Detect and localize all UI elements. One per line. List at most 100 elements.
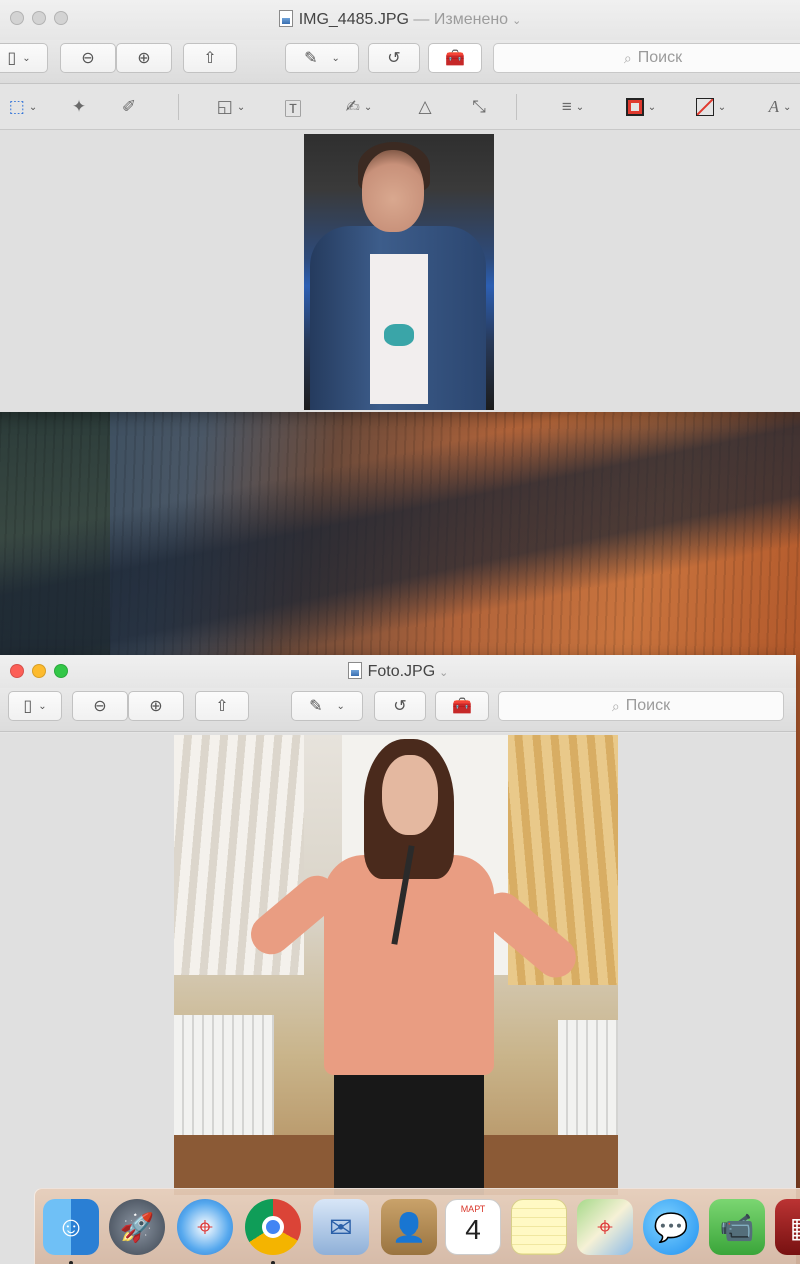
search-field[interactable]: ⌕ Поиск [498, 691, 784, 721]
shapes-icon: ◱ [216, 97, 233, 116]
toolbar-separator [516, 94, 517, 120]
mail-icon[interactable]: ✉ [313, 1199, 369, 1255]
adjust-size-tool[interactable]: ⤡ [464, 94, 494, 120]
safari-icon[interactable]: ⌖ [177, 1199, 233, 1255]
search-placeholder: Поиск [637, 49, 683, 66]
prism-icon: △ [418, 97, 432, 116]
toolbar-separator [178, 94, 179, 120]
window-title[interactable]: Foto.JPG ⌄ [0, 662, 796, 681]
zoom-out-icon: ⊖ [93, 698, 107, 715]
no-fill-icon [695, 98, 714, 116]
resize-icon: ⤡ [472, 97, 486, 116]
calendar-day: 4 [465, 1214, 481, 1245]
sidebar-view-button[interactable]: ▯ ⌄ [8, 691, 62, 721]
portrait-photo-img4485 [304, 134, 494, 410]
share-icon: ⇧ [203, 50, 217, 67]
sketch-tool[interactable]: ✐ [114, 94, 144, 120]
zoom-out-button[interactable]: ⊖ [72, 691, 128, 721]
chevron-down-icon: ⌄ [575, 101, 585, 113]
pencil-icon: ✐ [121, 97, 137, 116]
text-box-icon: 🅃 [284, 99, 302, 119]
toolbox-icon: 🧰 [445, 50, 465, 67]
chrome-center-icon [262, 1216, 284, 1238]
chrome-icon[interactable] [245, 1199, 301, 1255]
maps-icon[interactable]: ⌖ [577, 1199, 633, 1255]
zoom-in-icon: ⊕ [149, 698, 163, 715]
rotate-icon: ↺ [393, 698, 407, 715]
share-button[interactable]: ⇧ [195, 691, 249, 721]
titlebar: Foto.JPG ⌄ [0, 655, 796, 688]
sign-tool[interactable]: ✍ ⌄ [332, 94, 386, 120]
wallpaper-cliff-shadow [0, 412, 800, 662]
rotate-icon: ↺ [387, 50, 401, 67]
fill-color-tool[interactable]: ⌄ [688, 94, 734, 120]
window-title[interactable]: IMG_4485.JPG — Изменено ⌄ [0, 10, 800, 29]
text-style-tool[interactable]: A ⌄ [760, 94, 800, 120]
main-toolbar: ▯ ⌄ ⊖ ⊕ ⇧ ✎ ⌄ ↺ 🧰 ⌕ Поиск [0, 40, 800, 84]
instant-alpha-tool[interactable]: ✦ [64, 94, 94, 120]
main-toolbar: ▯ ⌄ ⊖ ⊕ ⇧ ✎ ⌄ ↺ 🧰 ⌕ Поиск [0, 688, 796, 732]
highlight-button[interactable]: ✎ ⌄ [285, 43, 359, 73]
titlebar: IMG_4485.JPG — Изменено ⌄ [0, 0, 800, 40]
photo-pendant [384, 324, 414, 346]
zoom-out-button[interactable]: ⊖ [60, 43, 116, 73]
zoom-out-icon: ⊖ [81, 50, 95, 67]
chevron-down-icon[interactable]: ⌄ [439, 667, 448, 679]
shape-style-tool[interactable]: ≡ ⌄ [550, 94, 596, 120]
document-icon [347, 662, 362, 679]
chevron-down-icon[interactable]: ⌄ [512, 15, 521, 27]
messages-icon[interactable]: 💬 [643, 1199, 699, 1255]
calendar-month: МАРТ [460, 1204, 486, 1214]
photo-radiator-left [174, 1015, 274, 1135]
chevron-down-icon: ⌄ [783, 101, 792, 113]
adjust-color-tool[interactable]: △ [410, 94, 440, 120]
rotate-button[interactable]: ↺ [368, 43, 420, 73]
share-icon: ⇧ [215, 698, 229, 715]
rotate-button[interactable]: ↺ [374, 691, 426, 721]
photo-booth-icon[interactable]: ▦ [775, 1199, 800, 1255]
photo-blouse [324, 855, 494, 1075]
launchpad-icon[interactable]: 🚀 [109, 1199, 165, 1255]
zoom-in-button[interactable]: ⊕ [128, 691, 184, 721]
search-icon: ⌕ [611, 697, 620, 714]
search-placeholder: Поиск [625, 697, 671, 714]
highlighter-icon: ✎ [309, 698, 323, 715]
chevron-down-icon: ⌄ [22, 52, 31, 64]
photo-face [362, 150, 424, 232]
chevron-down-icon: ⌄ [28, 101, 38, 113]
title-filename: Foto.JPG [367, 663, 436, 680]
signature-icon: ✍ [345, 97, 360, 116]
line-style-icon: ≡ [561, 97, 572, 116]
markup-toolbox-button[interactable]: 🧰 [435, 691, 489, 721]
chevron-down-icon: ⌄ [236, 101, 246, 113]
notes-icon[interactable] [511, 1199, 567, 1255]
shapes-tool[interactable]: ◱ ⌄ [208, 94, 254, 120]
calendar-icon[interactable]: МАРТ 4 [445, 1199, 501, 1255]
chevron-down-icon: ⌄ [647, 101, 657, 113]
share-button[interactable]: ⇧ [183, 43, 237, 73]
highlighter-icon: ✎ [304, 50, 318, 67]
dock: ☺ 🚀 ⌖ ✉ 👤 МАРТ 4 ⌖ 💬 📹 ▦ [34, 1188, 800, 1264]
sidebar-view-button[interactable]: ▯ ⌄ [0, 43, 48, 73]
zoom-in-icon: ⊕ [137, 50, 151, 67]
magic-wand-icon: ✦ [71, 97, 87, 116]
search-field[interactable]: ⌕ Поиск [493, 43, 800, 73]
highlight-button[interactable]: ✎ ⌄ [291, 691, 363, 721]
facetime-icon[interactable]: 📹 [709, 1199, 765, 1255]
rectangular-selection-tool[interactable]: ⬚ ⌄ [0, 94, 46, 120]
border-color-icon [625, 98, 644, 116]
chevron-down-icon: ⌄ [363, 101, 373, 113]
finder-icon[interactable]: ☺ [43, 1199, 99, 1255]
search-icon: ⌕ [623, 49, 632, 66]
markup-toolbox-button[interactable]: 🧰 [428, 43, 482, 73]
zoom-in-button[interactable]: ⊕ [116, 43, 172, 73]
photo-trousers [334, 1065, 484, 1195]
border-color-tool[interactable]: ⌄ [618, 94, 664, 120]
document-icon [278, 10, 293, 27]
text-style-icon: A [768, 97, 779, 116]
text-tool[interactable]: 🅃 [278, 94, 308, 120]
photo-face [382, 755, 438, 835]
contacts-icon[interactable]: 👤 [381, 1199, 437, 1255]
title-edited-status: — Изменено [413, 11, 509, 28]
markup-toolbar: ⬚ ⌄ ✦ ✐ ◱ ⌄ 🅃 ✍ ⌄ △ ⤡ ≡ ⌄ ⌄ ⌄ A ⌄ [0, 84, 800, 130]
